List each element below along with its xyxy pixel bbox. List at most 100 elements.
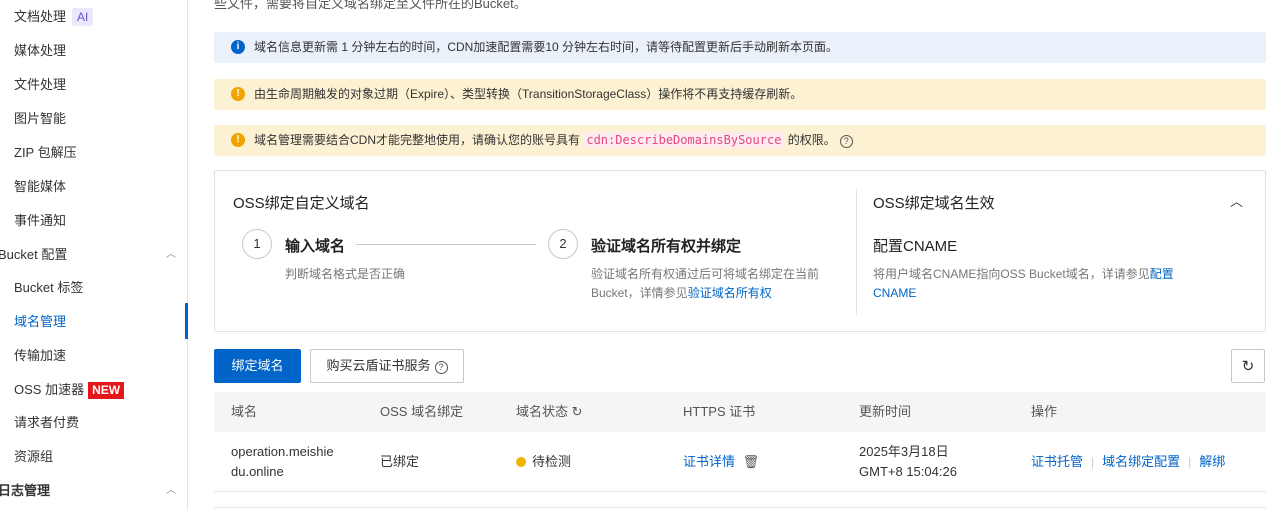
certificate-details-link[interactable]: 证书详情 bbox=[683, 454, 735, 469]
warning-alert-text: 由生命周期触发的对象过期（Expire）、类型转换（TransitionStor… bbox=[254, 87, 803, 101]
sidebar-item-label: 媒体处理 bbox=[14, 43, 67, 58]
sidebar-item-label: 传输加速 bbox=[14, 348, 67, 363]
configure-cname-link[interactable]: 配置 bbox=[1150, 267, 1174, 281]
info-icon: i bbox=[231, 40, 245, 54]
active-indicator bbox=[185, 303, 188, 339]
step-number: 2 bbox=[548, 229, 578, 259]
info-alert: i 域名信息更新需 1 分钟左右的时间，CDN加速配置需要10 分钟左右时间，请… bbox=[214, 32, 1266, 63]
trash-icon[interactable]: 🗑 bbox=[743, 454, 760, 469]
https-cell: 证书详情 🗑 bbox=[683, 452, 759, 472]
refresh-button[interactable]: ↻ bbox=[1231, 349, 1265, 383]
status-pending-icon bbox=[516, 457, 526, 467]
help-icon[interactable]: ? bbox=[839, 135, 853, 148]
domain-text: operation.meishie bbox=[231, 444, 334, 459]
chevron-up-icon[interactable]: ︿ bbox=[1230, 191, 1243, 210]
warning-alert-suffix: 的权限。 bbox=[787, 133, 836, 147]
sidebar-item-label: 资源组 bbox=[14, 449, 54, 464]
step-description-line: Bucket，详情参见 bbox=[591, 286, 688, 300]
panel-divider bbox=[856, 189, 857, 315]
sidebar-item-label: 文件处理 bbox=[14, 77, 67, 92]
binding-steps-panel: OSS绑定自定义域名 1 输入域名 判断域名格式是否正确 2 验证域名所有权并绑… bbox=[214, 170, 1266, 332]
chevron-up-icon[interactable]: ︿ bbox=[166, 479, 176, 503]
step-title: 验证域名所有权并绑定 bbox=[591, 238, 742, 255]
sidebar-item-label: 图片智能 bbox=[14, 111, 67, 126]
sidebar-item-bucket-tags[interactable]: Bucket 标签 bbox=[14, 276, 83, 300]
refresh-icon[interactable]: ↻ bbox=[572, 404, 583, 419]
sidebar: 文档处理 AI 媒体处理 文件处理 图片智能 ZIP 包解压 智能媒体 事件通知 … bbox=[0, 0, 188, 510]
verify-ownership-link[interactable]: 验证域名所有权 bbox=[688, 286, 772, 300]
column-header-status: 域名状态 ↻ bbox=[516, 392, 583, 432]
updated-time: GMT+8 15:04:26 bbox=[859, 464, 957, 479]
step-description: 验证域名所有权通过后可将域名绑定在当前 Bucket，详情参见验证域名所有权 bbox=[591, 265, 846, 303]
sidebar-item-label: ZIP 包解压 bbox=[14, 145, 77, 160]
sidebar-item-media-processing[interactable]: 媒体处理 bbox=[14, 39, 66, 63]
step-title: 输入域名 bbox=[285, 238, 346, 255]
table-row: operation.meishie du.online 已绑定 待检测 证书详情… bbox=[214, 432, 1266, 492]
warning-icon: ! bbox=[231, 133, 245, 147]
help-icon: ? bbox=[434, 361, 448, 374]
buy-certificate-button[interactable]: 购买云盾证书服务? bbox=[310, 349, 464, 383]
column-header-oss-binding: OSS 域名绑定 bbox=[380, 404, 464, 419]
unbind-link[interactable]: 解绑 bbox=[1199, 454, 1225, 469]
step-subtitle: 配置CNAME bbox=[873, 238, 958, 255]
updated-cell: 2025年3月18日 GMT+8 15:04:26 bbox=[859, 442, 957, 482]
updated-date: 2025年3月18日 bbox=[859, 444, 949, 459]
sidebar-item-label: 请求者付费 bbox=[14, 415, 80, 430]
step-description-line: 将用户域名CNAME指向OSS Bucket域名，详请参见 bbox=[873, 267, 1150, 281]
action-separator: | bbox=[1091, 455, 1095, 469]
sidebar-group-bucket-config[interactable]: Bucket 配置 bbox=[0, 243, 67, 267]
status-cell: 待检测 bbox=[516, 452, 571, 472]
sidebar-item-document-processing[interactable]: 文档处理 AI bbox=[14, 5, 94, 29]
panel-title-right: OSS绑定域名生效 bbox=[873, 195, 995, 212]
column-header-updated: 更新时间 bbox=[859, 404, 912, 419]
sidebar-item-transfer-acceleration[interactable]: 传输加速 bbox=[14, 344, 66, 368]
warning-alert-lifecycle: ! 由生命周期触发的对象过期（Expire）、类型转换（TransitionSt… bbox=[214, 79, 1266, 110]
sidebar-item-oss-accelerator[interactable]: OSS 加速器 NEW bbox=[14, 378, 125, 402]
warning-alert-cdn: ! 域名管理需要结合CDN才能完整地使用，请确认您的账号具有 cdn:Descr… bbox=[214, 125, 1266, 156]
sidebar-item-label: 事件通知 bbox=[14, 213, 67, 228]
panel-title: OSS绑定自定义域名 bbox=[233, 195, 370, 212]
sidebar-item-label: 智能媒体 bbox=[14, 179, 67, 194]
domain-text: du.online bbox=[231, 464, 284, 479]
buy-certificate-label: 购买云盾证书服务 bbox=[326, 358, 431, 373]
sidebar-item-file-processing[interactable]: 文件处理 bbox=[14, 73, 66, 97]
certificate-hosting-link[interactable]: 证书托管 bbox=[1031, 454, 1083, 469]
ai-badge: AI bbox=[72, 8, 94, 26]
step-description: 判断域名格式是否正确 bbox=[285, 267, 406, 281]
step-description-line: 验证域名所有权通过后可将域名绑定在当前 bbox=[591, 267, 820, 281]
warning-alert-text: 域名管理需要结合CDN才能完整地使用，请确认您的账号具有 bbox=[254, 133, 581, 147]
chevron-up-icon[interactable]: ︿ bbox=[166, 243, 176, 267]
domain-cell: operation.meishie du.online bbox=[231, 442, 334, 482]
column-header-https: HTTPS 证书 bbox=[683, 404, 756, 419]
step-number: 1 bbox=[242, 229, 272, 259]
sidebar-group-label: Bucket 配置 bbox=[0, 247, 68, 262]
sidebar-item-zip-decompress[interactable]: ZIP 包解压 bbox=[14, 141, 77, 165]
sidebar-item-label: Bucket 标签 bbox=[14, 280, 84, 295]
step-description: 将用户域名CNAME指向OSS Bucket域名，详请参见配置 CNAME bbox=[873, 265, 1213, 303]
sidebar-group-label: 日志管理 bbox=[0, 483, 51, 498]
table-header: 域名 OSS 域名绑定 域名状态 ↻ HTTPS 证书 更新时间 操作 bbox=[214, 392, 1266, 432]
configure-cname-link-cont[interactable]: CNAME bbox=[873, 286, 916, 300]
column-header-actions: 操作 bbox=[1031, 404, 1058, 419]
sidebar-item-requester-pays[interactable]: 请求者付费 bbox=[14, 411, 79, 435]
domain-binding-config-link[interactable]: 域名绑定配置 bbox=[1102, 454, 1180, 469]
refresh-icon: ↻ bbox=[1241, 357, 1255, 375]
sidebar-group-log-management[interactable]: 日志管理 bbox=[0, 479, 50, 503]
column-header-status-label: 域名状态 bbox=[516, 404, 569, 419]
binding-cell: 已绑定 bbox=[380, 454, 420, 469]
sidebar-item-image-intelligence[interactable]: 图片智能 bbox=[14, 107, 66, 131]
sidebar-item-intelligent-media[interactable]: 智能媒体 bbox=[14, 175, 66, 199]
sidebar-item-label: 文档处理 bbox=[14, 9, 67, 24]
sidebar-item-label: OSS 加速器 bbox=[14, 382, 85, 397]
bind-domain-button[interactable]: 绑定域名 bbox=[214, 349, 301, 383]
sidebar-item-event-notification[interactable]: 事件通知 bbox=[14, 209, 66, 233]
warning-icon: ! bbox=[231, 87, 245, 101]
actions-cell: 证书托管 | 域名绑定配置 | 解绑 bbox=[1031, 452, 1225, 472]
column-header-domain: 域名 bbox=[231, 404, 258, 419]
action-separator: | bbox=[1188, 455, 1192, 469]
intro-text: 些文件，需要将自定义域名绑定至文件所在的Bucket。 bbox=[214, 0, 527, 11]
sidebar-item-label: 域名管理 bbox=[14, 314, 67, 329]
sidebar-item-resource-group[interactable]: 资源组 bbox=[14, 445, 53, 469]
status-text: 待检测 bbox=[532, 454, 572, 469]
sidebar-item-domain-management[interactable]: 域名管理 bbox=[14, 310, 66, 334]
